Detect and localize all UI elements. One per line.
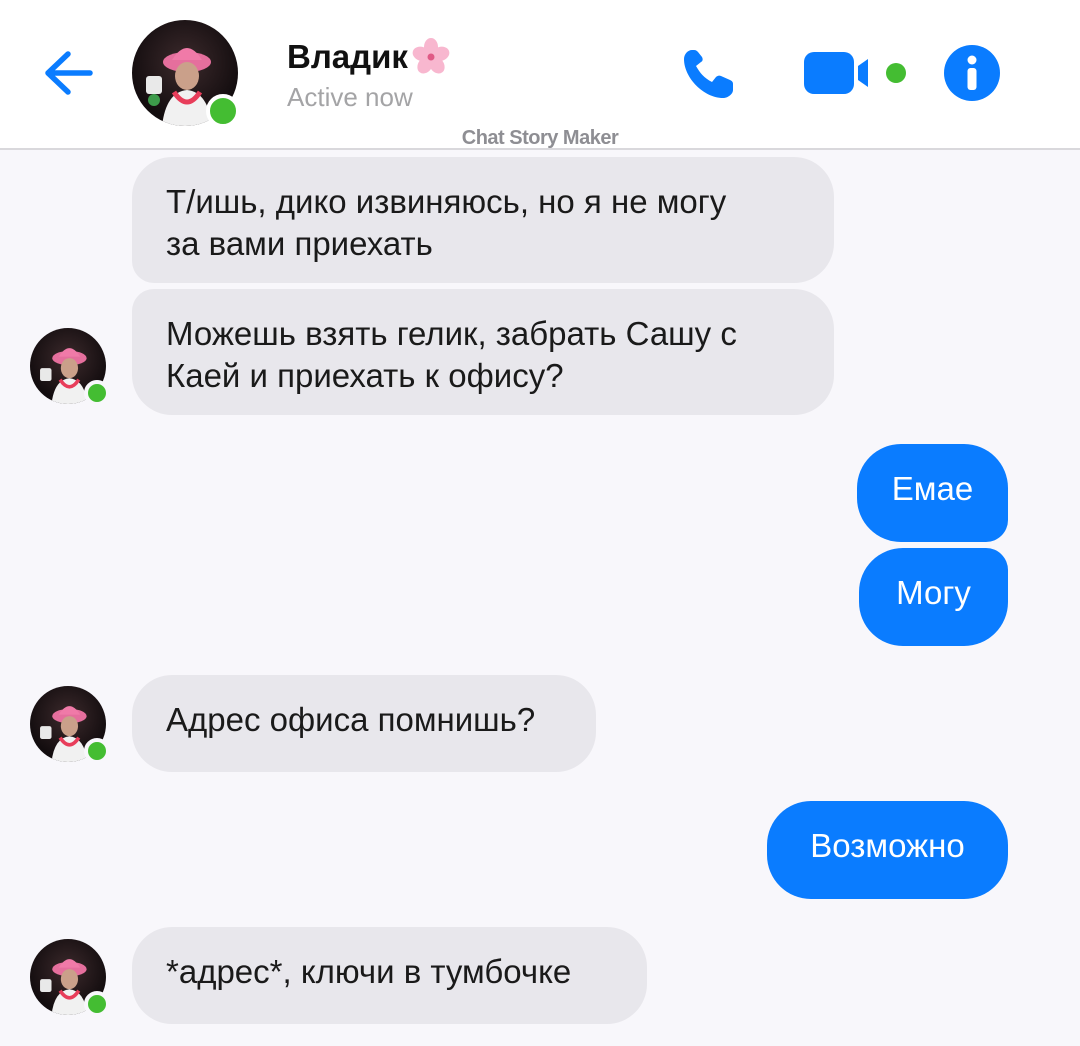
message-avatar[interactable] xyxy=(30,686,110,764)
online-indicator xyxy=(84,991,110,1017)
chat-screen: Владик Active now Chat Story Maker Т/ишь… xyxy=(0,0,1080,1046)
back-button[interactable] xyxy=(40,48,96,98)
message-avatar[interactable] xyxy=(30,328,110,406)
incoming-message[interactable]: *адрес*, ключи в тумбочке xyxy=(132,927,647,1024)
video-camera-icon xyxy=(804,52,906,94)
outgoing-message[interactable]: Могу xyxy=(859,548,1008,646)
contact-avatar[interactable] xyxy=(132,20,240,128)
chat-header: Владик Active now Chat Story Maker xyxy=(0,0,1080,150)
cherry-blossom-icon xyxy=(412,38,450,74)
incoming-message[interactable]: Можешь взять гелик, забрать Сашу с Каей … xyxy=(132,289,834,415)
online-indicator xyxy=(84,738,110,764)
phone-icon xyxy=(684,50,733,98)
call-button[interactable] xyxy=(678,44,740,104)
watermark: Chat Story Maker xyxy=(461,127,619,149)
contact-status: Active now xyxy=(287,82,413,112)
contact-name[interactable]: Владик xyxy=(287,36,452,78)
outgoing-message[interactable]: Емае xyxy=(857,444,1008,542)
info-icon xyxy=(944,45,1000,101)
arrow-left-icon xyxy=(45,51,93,95)
incoming-message[interactable]: Т/ишь, дико извиняюсь, но я не могу за в… xyxy=(132,157,834,283)
video-call-button[interactable] xyxy=(804,48,910,98)
info-button[interactable] xyxy=(943,44,1001,102)
message-avatar[interactable] xyxy=(30,939,110,1017)
incoming-message[interactable]: Адрес офиса помнишь? xyxy=(132,675,596,772)
online-indicator xyxy=(84,380,110,406)
online-indicator xyxy=(206,94,240,128)
contact-name-text: Владик xyxy=(287,38,408,75)
outgoing-message[interactable]: Возможно xyxy=(767,801,1008,899)
